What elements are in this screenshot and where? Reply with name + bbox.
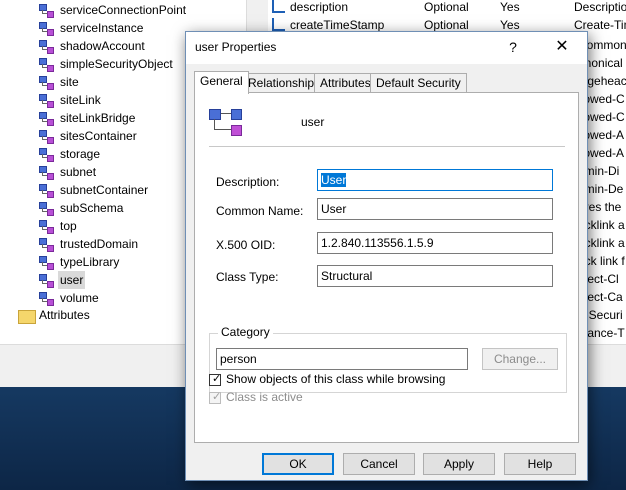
class-icon bbox=[38, 219, 54, 234]
list-cell-description: Descriptio bbox=[574, 0, 626, 14]
class-icon bbox=[38, 111, 54, 126]
category-field[interactable]: person bbox=[216, 348, 468, 370]
class-icon bbox=[38, 183, 54, 198]
oid-label: X.500 OID: bbox=[216, 238, 276, 252]
class-icon bbox=[38, 129, 54, 144]
tree-item-label: siteLink bbox=[60, 93, 101, 107]
show-objects-checkbox[interactable]: ✓ bbox=[209, 373, 222, 386]
description-label: Description: bbox=[216, 175, 280, 189]
attribute-icon bbox=[272, 0, 285, 13]
class-icon bbox=[38, 237, 54, 252]
separator bbox=[209, 146, 565, 147]
change-button[interactable]: Change... bbox=[482, 348, 558, 370]
help-button[interactable]: Help bbox=[504, 453, 576, 475]
class-icon bbox=[38, 291, 54, 306]
show-objects-label[interactable]: Show objects of this class while browsin… bbox=[226, 372, 445, 386]
dialog-titlebar[interactable]: user Properties ? ✕ bbox=[186, 32, 587, 64]
tab-relationship[interactable]: Relationship bbox=[242, 73, 321, 93]
tree-item-label: top bbox=[60, 219, 77, 233]
list-row[interactable]: description Optional Yes Descriptio bbox=[268, 0, 626, 16]
class-icon bbox=[38, 21, 54, 36]
tree-item-label: serviceConnectionPoint bbox=[60, 3, 187, 17]
tree-item-attributes[interactable]: Attributes bbox=[39, 308, 90, 322]
tree-item-label: trustedDomain bbox=[60, 237, 139, 251]
checkmark-icon: ✓ bbox=[212, 391, 222, 403]
class-icon bbox=[38, 75, 54, 90]
class-active-label: Class is active bbox=[226, 390, 303, 404]
tree-item-label: user bbox=[58, 271, 86, 289]
attribute-icon bbox=[272, 18, 285, 31]
tree-item-label: typeLibrary bbox=[60, 255, 120, 269]
checkmark-icon: ✓ bbox=[212, 373, 222, 385]
list-cell-type: Optional bbox=[424, 0, 469, 14]
tree-item-label: sitesContainer bbox=[60, 129, 137, 143]
class-icon bbox=[38, 147, 54, 162]
category-legend: Category bbox=[218, 325, 273, 339]
tree-item-label: siteLinkBridge bbox=[60, 111, 136, 125]
help-icon[interactable]: ? bbox=[502, 36, 524, 58]
tab-default-security[interactable]: Default Security bbox=[370, 73, 467, 93]
class-icon bbox=[38, 201, 54, 216]
tree-item-label: subnetContainer bbox=[60, 183, 149, 197]
tree-item-label: site bbox=[60, 75, 79, 89]
description-value: User bbox=[321, 173, 347, 187]
dialog-title: user Properties bbox=[195, 40, 277, 54]
ok-button[interactable]: OK bbox=[262, 453, 334, 475]
cancel-button[interactable]: Cancel bbox=[343, 453, 415, 475]
list-cell-name: description bbox=[290, 0, 349, 14]
tree-item-label: serviceInstance bbox=[60, 21, 144, 35]
user-properties-dialog: user Properties ? ✕ General Relationship… bbox=[185, 31, 588, 481]
class-name: user bbox=[301, 115, 325, 129]
folder-icon bbox=[18, 310, 36, 324]
class-icon bbox=[38, 255, 54, 270]
class-icon bbox=[209, 105, 245, 137]
tree-item-label: subSchema bbox=[60, 201, 124, 215]
common-name-label: Common Name: bbox=[216, 204, 304, 218]
class-icon bbox=[38, 93, 54, 108]
tab-general[interactable]: General bbox=[194, 71, 249, 94]
class-icon bbox=[38, 57, 54, 72]
tree-item-label: volume bbox=[60, 291, 99, 305]
tree-item-label: simpleSecurityObject bbox=[60, 57, 173, 71]
class-type-field[interactable]: Structural bbox=[317, 265, 553, 287]
apply-button[interactable]: Apply bbox=[423, 453, 495, 475]
list-cell-system: Yes bbox=[500, 0, 520, 14]
tree-item-label: shadowAccount bbox=[60, 39, 145, 53]
class-icon bbox=[38, 165, 54, 180]
common-name-field[interactable]: User bbox=[317, 198, 553, 220]
class-icon bbox=[38, 273, 54, 288]
class-icon bbox=[38, 39, 54, 54]
general-tab-panel: user Description: User Common Name: User… bbox=[194, 92, 579, 443]
close-icon[interactable]: ✕ bbox=[548, 36, 576, 58]
description-field[interactable]: User bbox=[317, 169, 553, 191]
class-icon bbox=[38, 3, 54, 18]
tab-attributes[interactable]: Attributes bbox=[314, 73, 377, 93]
class-type-label: Class Type: bbox=[216, 270, 279, 284]
class-active-checkbox[interactable]: ✓ bbox=[209, 391, 222, 404]
oid-field[interactable]: 1.2.840.113556.1.5.9 bbox=[317, 232, 553, 254]
tree-item-label: storage bbox=[60, 147, 101, 161]
tree-item-label: subnet bbox=[60, 165, 97, 179]
